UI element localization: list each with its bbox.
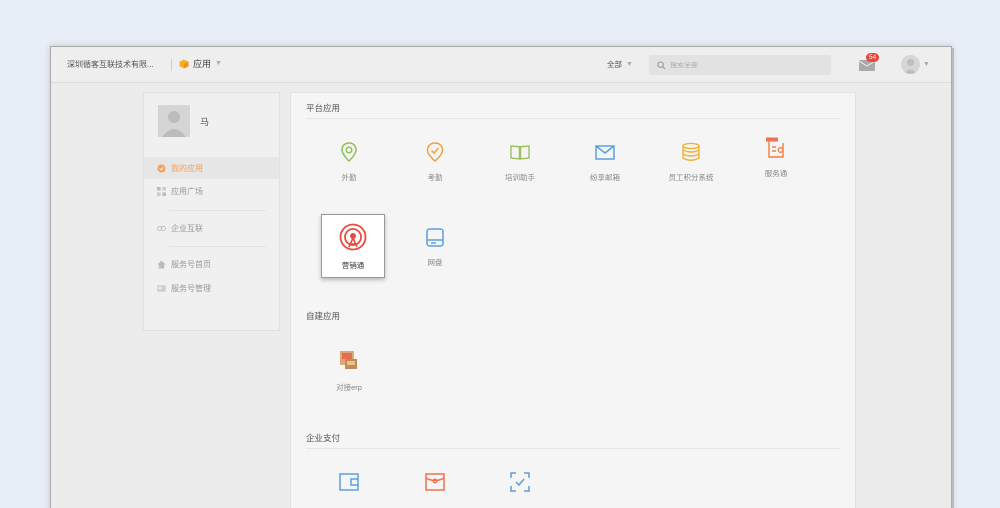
sidebar-item-label: 我的应用	[171, 163, 203, 173]
sidebar-item-enterprise-link[interactable]: 企业互联	[144, 217, 279, 239]
user-profile[interactable]: 马	[158, 105, 209, 137]
app-label: 员工积分系统	[668, 173, 714, 182]
app-switcher[interactable]: 应用 ▼	[179, 57, 222, 70]
app-training[interactable]: 培训助手	[488, 129, 552, 193]
sidebar-item-app-market[interactable]: 应用广场	[144, 180, 279, 202]
broadcast-icon	[339, 223, 367, 251]
app-label: 网盘	[427, 258, 443, 267]
app-marketing[interactable]: 营销通	[321, 214, 385, 278]
app-service[interactable]: 服务通	[744, 129, 808, 193]
search-filter[interactable]: 全部 ▼	[607, 59, 633, 70]
app-field-work[interactable]: 外勤	[317, 129, 381, 193]
app-label: 对接erp	[336, 383, 362, 392]
search-filter-label: 全部	[607, 60, 622, 69]
app-label: 营销通	[341, 261, 365, 270]
app-label: 外勤	[341, 173, 357, 182]
app-label: 考勤	[427, 173, 443, 182]
home-icon	[157, 259, 166, 269]
app-icon	[157, 163, 166, 173]
section-title-custom: 自建应用	[306, 311, 341, 321]
scan-icon	[510, 472, 530, 492]
red-packet-icon	[425, 473, 445, 491]
avatar	[158, 105, 190, 137]
app-points-system[interactable]: 员工积分系统	[659, 129, 723, 193]
manage-icon	[157, 284, 166, 292]
top-bar: 深圳循客互联技术有限... 应用 ▼ 全部 ▼ 54	[51, 47, 951, 83]
divider	[306, 448, 841, 449]
app-mailbox[interactable]: 纷享邮箱	[573, 129, 637, 193]
sidebar-item-service-home[interactable]: 服务号首页	[144, 253, 279, 275]
sidebar: 马 我的应用 应用广场 企业互联 服务号首页 服务号管理	[143, 92, 280, 331]
search-icon	[657, 60, 666, 69]
chevron-down-icon: ▼	[626, 61, 633, 68]
service-icon	[766, 137, 784, 158]
app-panel: 平台应用 外勤 考勤 培训助手 纷享邮箱 员工积分系统 服务通 营销通 网盘 自…	[290, 92, 856, 508]
search-box[interactable]	[649, 55, 831, 75]
user-menu[interactable]: ▼	[901, 55, 930, 74]
sidebar-item-label: 服务号管理	[171, 283, 211, 293]
app-switcher-label: 应用	[193, 59, 212, 69]
divider	[169, 246, 266, 247]
app-window: 深圳循客互联技术有限... 应用 ▼ 全部 ▼ 54	[50, 46, 952, 508]
app-label: 服务通	[764, 169, 788, 178]
database-icon	[682, 142, 700, 161]
check-badge-icon	[426, 142, 444, 162]
book-icon	[510, 145, 530, 160]
sidebar-item-label: 服务号首页	[171, 259, 211, 269]
divider	[171, 59, 172, 71]
chevron-down-icon: ▼	[923, 61, 930, 68]
link-icon	[157, 225, 166, 231]
app-red-packet[interactable]	[403, 459, 467, 508]
user-name: 马	[200, 116, 210, 127]
section-title-payment: 企业支付	[306, 433, 341, 443]
sidebar-item-label: 应用广场	[171, 186, 203, 196]
app-erp[interactable]: 对接erp	[317, 337, 381, 401]
sidebar-item-service-manage[interactable]: 服务号管理	[144, 277, 279, 299]
chevron-down-icon: ▼	[215, 60, 222, 67]
box-icon	[179, 59, 189, 68]
app-drive[interactable]: 网盘	[403, 214, 467, 278]
divider	[169, 210, 266, 211]
location-pin-icon	[341, 142, 357, 163]
grid-icon	[157, 186, 166, 196]
app-label: 纷享邮箱	[590, 173, 620, 182]
avatar	[901, 55, 920, 74]
app-scan[interactable]	[488, 459, 552, 508]
erp-image-icon	[340, 351, 357, 369]
company-name[interactable]: 深圳循客互联技术有限...	[67, 59, 154, 70]
drive-icon	[426, 228, 444, 247]
sidebar-item-my-apps[interactable]: 我的应用	[144, 157, 279, 179]
app-wallet[interactable]	[317, 459, 381, 508]
mail-badge: 54	[866, 53, 880, 62]
divider	[306, 118, 841, 119]
section-title-platform: 平台应用	[306, 103, 341, 113]
app-label: 培训助手	[505, 173, 535, 182]
wallet-icon	[339, 473, 359, 491]
search-input[interactable]	[670, 61, 820, 69]
mail-icon	[595, 145, 615, 160]
app-attendance[interactable]: 考勤	[403, 129, 467, 193]
sidebar-item-label: 企业互联	[171, 223, 203, 233]
